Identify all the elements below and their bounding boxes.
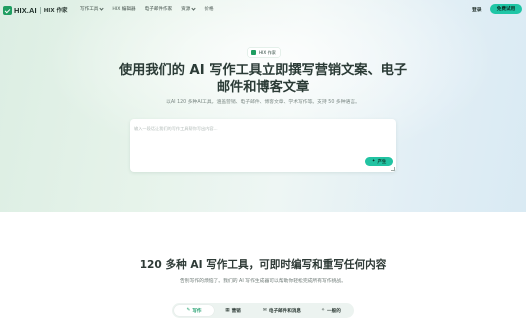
mail-icon: ✉	[262, 308, 267, 313]
menu-item-label: 资源	[181, 7, 191, 12]
tab-label: 电子邮件和消息	[268, 308, 302, 314]
logo-icon	[3, 5, 12, 15]
tab-writing[interactable]: ✎ 写作	[174, 305, 214, 316]
logo[interactable]: HIX.AI HIX 作家	[3, 4, 68, 16]
menu-item-label: 电子邮件作家	[144, 7, 173, 12]
logo-text: HIX.AI	[14, 5, 37, 15]
wand-icon: ✧	[321, 308, 326, 313]
product-badge: HIX 作家	[248, 48, 280, 57]
pen-icon: ✎	[186, 308, 191, 313]
generate-button-label: 产生	[377, 159, 387, 165]
menu-item-label: HIX 编辑器	[112, 7, 136, 12]
main-menu: 写作工具 HIX 编辑器 电子邮件作家 资源 价格	[80, 5, 223, 12]
logo-divider	[39, 6, 41, 14]
section-subtitle: 告别写作的烦恼了。我们的 AI 写作生成器可以帮助你轻松完成所有写作挑战。	[179, 279, 347, 284]
menu-item-writing-tools[interactable]: 写作工具	[80, 5, 105, 12]
logo-subtitle: HIX 作家	[43, 8, 68, 14]
tab-marketing[interactable]: ▦ 营销	[214, 305, 252, 316]
resize-handle[interactable]	[391, 167, 395, 171]
menu-item-email-writer[interactable]: 电子邮件作家	[145, 6, 173, 12]
tab-email-messages[interactable]: ✉ 电子邮件和消息	[252, 305, 312, 316]
menu-item-hix-editor[interactable]: HIX 编辑器	[112, 6, 135, 12]
tab-label: 营销	[231, 308, 241, 314]
badge-logo-icon	[251, 50, 256, 55]
menu-item-pricing[interactable]: 价格	[204, 6, 213, 12]
free-trial-button[interactable]: 免费试用	[490, 4, 522, 14]
menu-item-label: 价格	[204, 7, 214, 12]
section-title: 120 多种 AI 写作工具，可即时编写和重写任何内容	[139, 259, 387, 271]
menu-item-resources[interactable]: 资源	[181, 5, 196, 12]
sparkle-icon: ✦	[371, 159, 376, 164]
tab-label: 写作	[192, 308, 202, 314]
prompt-input[interactable]	[134, 123, 354, 133]
page-title-line-1: 使用我们的 AI 写作工具立即撰写营销文案、电子	[118, 63, 408, 78]
menu-item-label: 写作工具	[80, 7, 99, 12]
tab-general[interactable]: ✧ 一般的	[312, 305, 350, 316]
prompt-editor	[130, 119, 396, 172]
chevron-down-icon	[99, 5, 105, 11]
top-nav: HIX.AI HIX 作家 写作工具 HIX 编辑器 电子邮件作家 资源 价格 …	[0, 0, 526, 20]
tab-label: 一般的	[327, 308, 341, 314]
generate-button[interactable]: ✦ 产生	[365, 157, 393, 166]
page-title-line-2: 邮件和博客文章	[216, 80, 310, 95]
page-subtitle: 以AI 120 多种AI工具，涵盖营销、电子邮件、博客文章、学术写作等。支持 5…	[166, 100, 360, 105]
login-link[interactable]: 登录	[472, 6, 482, 13]
hero-background	[0, 0, 526, 212]
badge-label: HIX 作家	[259, 49, 276, 55]
page-title: 使用我们的 AI 写作工具立即撰写营销文案、电子 邮件和博客文章	[113, 62, 413, 96]
category-tabs: ✎ 写作 ▦ 营销 ✉ 电子邮件和消息 ✧ 一般的	[172, 303, 354, 318]
chevron-down-icon	[191, 5, 196, 11]
grid-icon: ▦	[225, 308, 230, 313]
